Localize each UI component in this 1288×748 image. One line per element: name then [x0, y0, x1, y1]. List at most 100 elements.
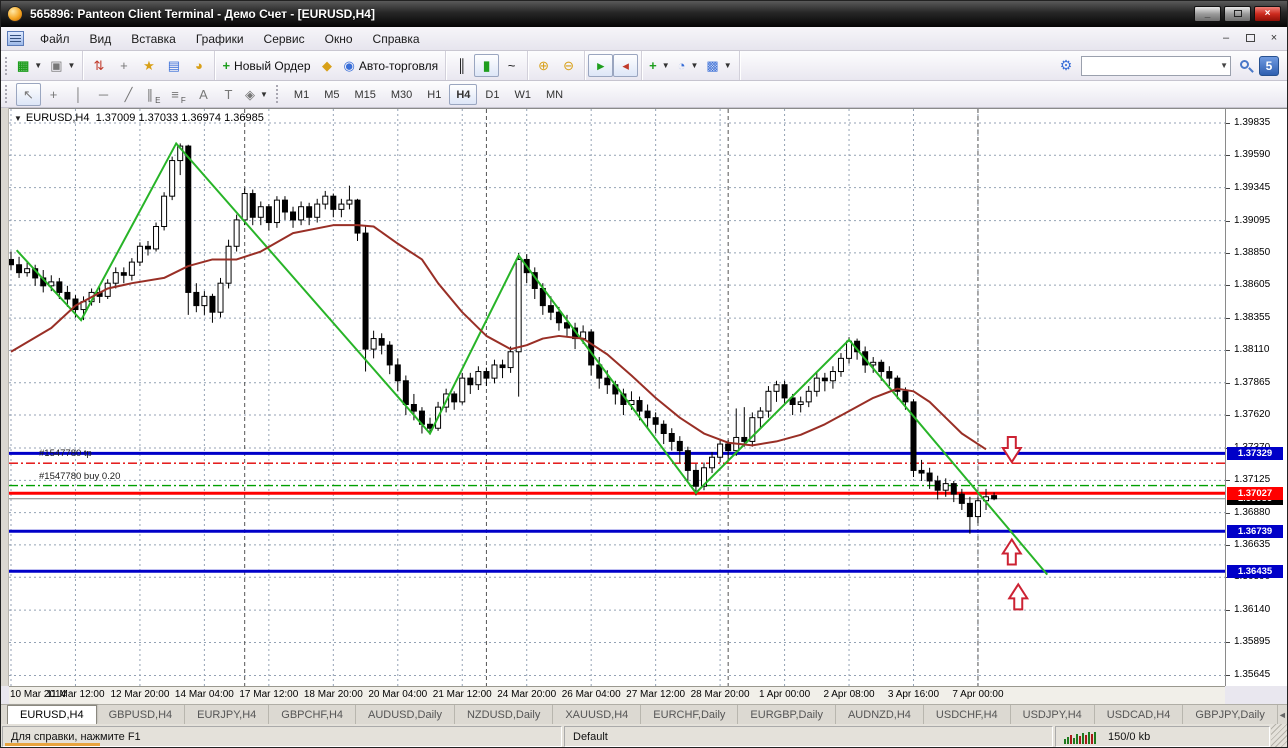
- date-axis[interactable]: 10 Mar 2014 11 Mar 12:00 12 Mar 20:00 14 Ma…: [9, 686, 1225, 704]
- title-bar[interactable]: 565896: Panteon Client Terminal - Демо С…: [1, 1, 1287, 27]
- maximize-button[interactable]: [1224, 6, 1251, 22]
- menu-item-4[interactable]: Сервис: [254, 29, 315, 49]
- chart-plot[interactable]: ▼ EURUSD,H4 1.37009 1.37033 1.36974 1.369…: [9, 108, 1225, 686]
- metaeditor-button[interactable]: ◆: [315, 54, 340, 77]
- text-icon: A: [199, 86, 208, 102]
- chart-tab-10[interactable]: USDCHF,H4: [924, 705, 1011, 724]
- cursor-tool[interactable]: ↖: [16, 82, 41, 106]
- chart-tab-1[interactable]: GBPUSD,H4: [97, 705, 186, 724]
- vertical-line-icon: │: [74, 86, 83, 102]
- channel-tool[interactable]: ∥ E: [141, 83, 166, 106]
- settings-gear-icon[interactable]: ⚙: [1054, 55, 1078, 77]
- menu-item-1[interactable]: Вид: [80, 29, 122, 49]
- chart-tab-6[interactable]: XAUUSD,H4: [553, 705, 642, 724]
- periods-button[interactable]: ◔ ▼: [674, 54, 703, 77]
- chart-tab-9[interactable]: AUDNZD,H4: [836, 705, 924, 724]
- crosshair-icon: +: [49, 86, 58, 102]
- candle-chart-button[interactable]: ▮: [474, 54, 500, 77]
- date-tick-label: 21 Mar 12:00: [432, 689, 492, 700]
- autoscroll-button[interactable]: ▸: [588, 54, 614, 77]
- timeframe-m30[interactable]: M30: [384, 84, 419, 105]
- search-dropdown-icon[interactable]: ▼: [1220, 61, 1228, 70]
- child-minimize-button[interactable]: –: [1215, 30, 1237, 48]
- chart-tab-2[interactable]: EURJPY,H4: [185, 705, 270, 724]
- date-tick-label: 18 Mar 20:00: [303, 689, 363, 700]
- bar-chart-button[interactable]: ║: [449, 54, 474, 77]
- timeframe-m5[interactable]: M5: [317, 84, 346, 105]
- chart-tab-12[interactable]: USDCAD,H4: [1095, 705, 1184, 724]
- community-badge[interactable]: 5: [1259, 55, 1279, 76]
- chart-tab-5[interactable]: NZDUSD,Daily: [455, 705, 554, 724]
- chart-tab-13[interactable]: GBPJPY,Daily: [1183, 705, 1278, 724]
- child-restore-button[interactable]: [1239, 30, 1261, 48]
- templates-icon: ▩: [706, 58, 719, 73]
- chart-tab-11[interactable]: USDJPY,H4: [1011, 705, 1095, 724]
- timeframe-d1[interactable]: D1: [478, 84, 506, 105]
- progress-strip: [5, 743, 100, 746]
- chart-canvas[interactable]: [9, 109, 1225, 686]
- chart-tab-3[interactable]: GBPCHF,H4: [269, 705, 357, 724]
- toolbar-grip[interactable]: [5, 85, 10, 103]
- data-window-button[interactable]: +: [111, 54, 136, 77]
- zoom-out-button[interactable]: ⊖: [556, 54, 581, 77]
- fibonacci-tool[interactable]: ≡ F: [166, 83, 191, 106]
- templates-button[interactable]: ▩ ▼: [702, 54, 735, 77]
- profiles-button[interactable]: ▣ ▼: [46, 54, 79, 77]
- quote-ohlc: 1.37009 1.37033 1.36974 1.36985: [95, 112, 264, 124]
- toolbar-grip[interactable]: [5, 56, 10, 75]
- resize-grip[interactable]: [1271, 724, 1287, 747]
- menu-item-3[interactable]: Графики: [186, 29, 254, 49]
- zoom-in-button[interactable]: ⊕: [531, 54, 556, 77]
- timeframe-m15[interactable]: M15: [347, 84, 382, 105]
- market-watch-button[interactable]: ⇅: [86, 54, 111, 77]
- horizontal-line-tool[interactable]: ─: [91, 83, 116, 106]
- chart-tab-7[interactable]: EURCHF,Daily: [641, 705, 739, 724]
- dropdown-arrow-icon: ▼: [34, 61, 43, 70]
- text-label-tool[interactable]: T: [216, 83, 241, 106]
- child-restore-icon: [1245, 33, 1255, 42]
- timeframe-h1[interactable]: H1: [420, 84, 448, 105]
- timeframe-m1[interactable]: M1: [287, 84, 316, 105]
- terminal-button[interactable]: ▤: [161, 54, 186, 77]
- minimize-button[interactable]: _: [1194, 6, 1221, 22]
- child-close-button[interactable]: ×: [1263, 30, 1285, 48]
- crosshair-tool[interactable]: +: [41, 83, 66, 106]
- navigator-button[interactable]: ★: [136, 54, 161, 77]
- maximize-icon: [1233, 10, 1242, 17]
- tabs-scroll-left-icon[interactable]: ◄: [1278, 710, 1287, 720]
- chevron-down-icon[interactable]: ▼: [14, 114, 22, 123]
- status-connection[interactable]: 150/0 kb: [1055, 726, 1270, 747]
- menu-item-5[interactable]: Окно: [315, 29, 363, 49]
- vertical-line-tool[interactable]: │: [66, 83, 91, 106]
- chart-window-icon[interactable]: [7, 31, 24, 46]
- toolbar-group-1: ⇅ + ★ ▤ ◕: [83, 51, 216, 80]
- new-order-button[interactable]: + Новый Ордер: [218, 54, 314, 77]
- search-input[interactable]: [1082, 57, 1212, 74]
- chart-tab-0[interactable]: EURUSD,H4: [7, 705, 97, 724]
- menu-item-2[interactable]: Вставка: [121, 29, 186, 49]
- chart-tab-4[interactable]: AUDUSD,Daily: [356, 705, 455, 724]
- arrows-tool[interactable]: ◈ ▼: [241, 83, 272, 106]
- text-tool[interactable]: A: [191, 83, 216, 106]
- fibonacci-icon: ≡: [171, 86, 179, 102]
- search-button[interactable]: [1234, 56, 1256, 76]
- menu-item-6[interactable]: Справка: [363, 29, 430, 49]
- new-chart-button[interactable]: ▦ ▼: [13, 54, 46, 77]
- line-chart-button[interactable]: ~: [499, 54, 524, 77]
- strategy-tester-button[interactable]: ◕: [186, 54, 211, 77]
- toolbar-grip[interactable]: [275, 85, 281, 103]
- status-profile[interactable]: Default: [564, 726, 1053, 747]
- close-button[interactable]: ×: [1254, 6, 1281, 22]
- date-tick-label: 1 Apr 00:00: [758, 689, 811, 700]
- timeframe-mn[interactable]: MN: [539, 84, 570, 105]
- indicators-button[interactable]: + ▼: [645, 54, 674, 77]
- price-axis[interactable]: 1.39835 1.39590 1.39345 1.39095 1.38850 1.386…: [1225, 108, 1287, 686]
- chart-tab-8[interactable]: EURGBP,Daily: [738, 705, 836, 724]
- chart-shift-button[interactable]: ◂: [613, 54, 639, 77]
- trendline-tool[interactable]: ╱: [116, 83, 141, 106]
- quote-line[interactable]: ▼ EURUSD,H4 1.37009 1.37033 1.36974 1.369…: [14, 112, 264, 124]
- timeframe-w1[interactable]: W1: [507, 84, 538, 105]
- menu-item-0[interactable]: Файл: [30, 29, 80, 49]
- timeframe-h4[interactable]: H4: [449, 83, 478, 105]
- autotrading-button[interactable]: ◉ Авто-торговля: [340, 54, 443, 77]
